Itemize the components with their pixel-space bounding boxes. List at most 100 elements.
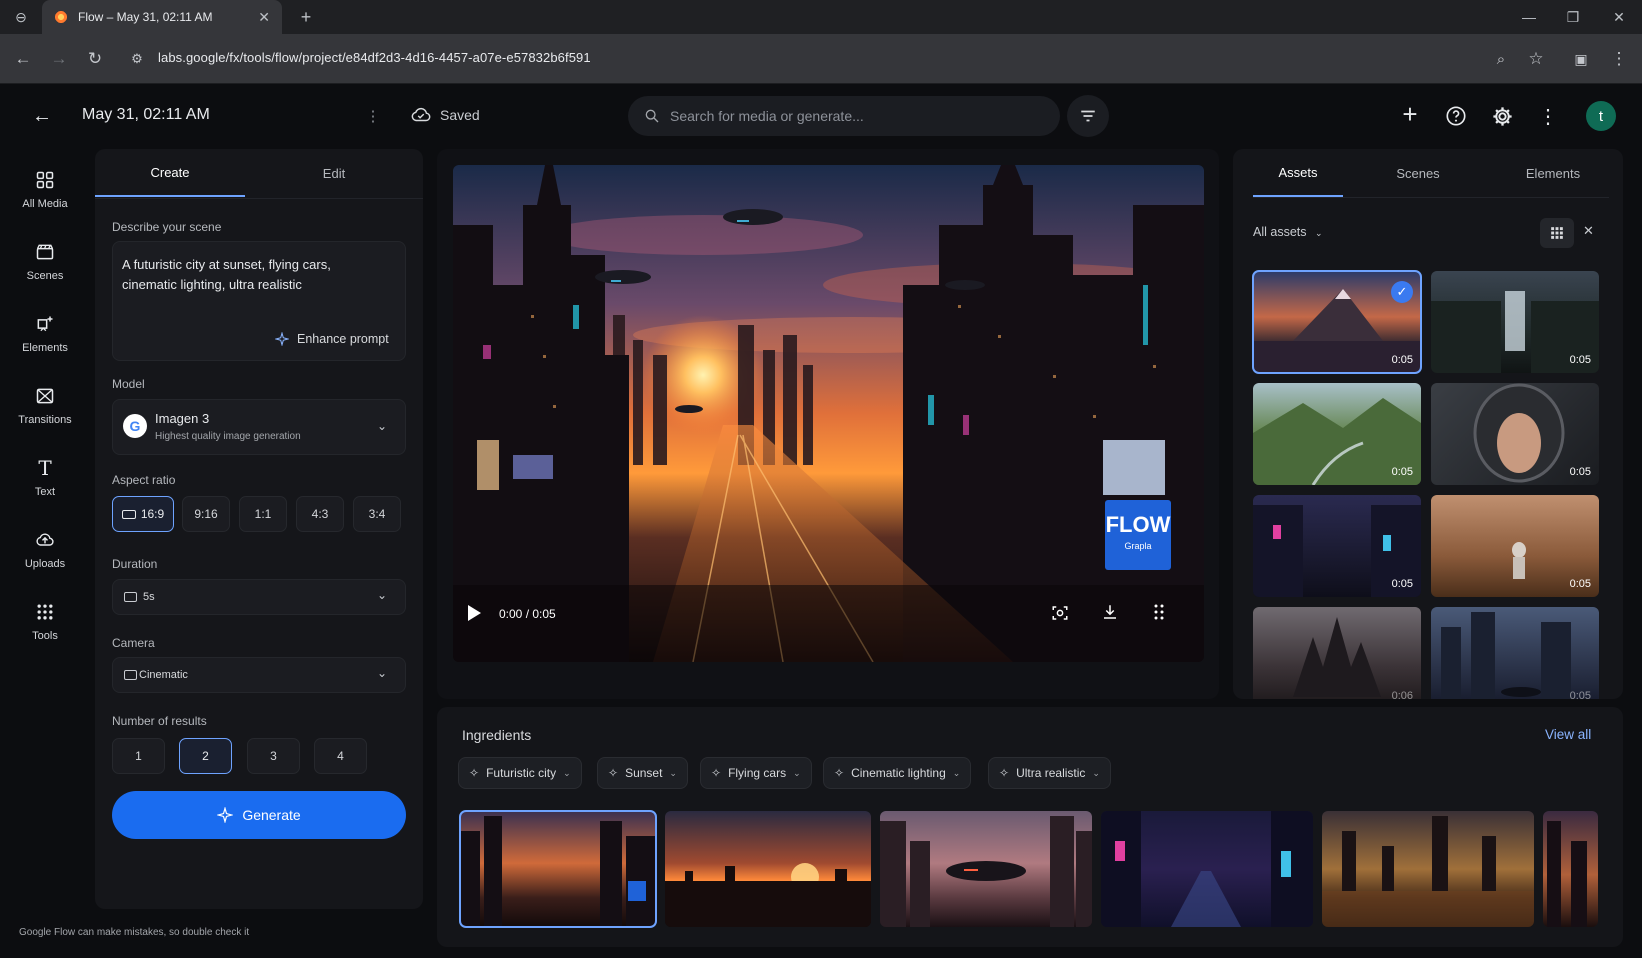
ingredient-thumbnail[interactable] (1101, 811, 1313, 927)
ingredient-chip-sunset[interactable]: ✧ Sunset ⌄ (597, 757, 688, 789)
google-logo-icon: G (123, 414, 147, 438)
back-icon[interactable]: ← (12, 48, 34, 70)
browser-tab[interactable]: Flow – May 31, 02:11 AM ✕ (42, 0, 282, 34)
zoom-icon[interactable]: ⌕ (1490, 48, 1512, 70)
rail-scenes[interactable]: Scenes (0, 240, 90, 282)
site-settings-icon[interactable]: ⚙ (126, 48, 148, 70)
tab-assets[interactable]: Assets (1253, 149, 1343, 197)
asset-thumbnail[interactable]: 0:05 (1431, 607, 1599, 699)
side-panel-icon[interactable]: ▣ (1570, 48, 1592, 70)
asset-thumbnail[interactable]: 0:05 (1431, 495, 1599, 597)
close-icon[interactable]: ✕ (1583, 223, 1594, 239)
prompt-textarea[interactable]: A futuristic city at sunset, flying cars… (112, 241, 406, 361)
asset-thumbnail[interactable]: 0:05 (1431, 271, 1599, 373)
browser-menu-icon[interactable]: ⋮ (1608, 48, 1630, 70)
tab-search-icon[interactable]: ⊖ (10, 0, 32, 34)
chevron-down-icon: ⌄ (793, 767, 801, 778)
tab-edit[interactable]: Edit (259, 149, 409, 197)
project-menu-icon[interactable]: ⋮ (361, 104, 385, 128)
avatar[interactable]: t (1586, 101, 1616, 131)
disclaimer-text: Google Flow can make mistakes, so double… (19, 927, 250, 938)
enhance-prompt-button[interactable]: Enhance prompt (275, 332, 389, 346)
forward-icon[interactable]: → (48, 48, 70, 70)
rail-transitions[interactable]: Transitions (0, 384, 90, 426)
results-option-4[interactable]: 4 (314, 738, 367, 774)
tab-scenes[interactable]: Scenes (1373, 149, 1463, 197)
rail-uploads[interactable]: Uploads (0, 528, 90, 570)
billboard-subtext: Grapla (1124, 541, 1151, 551)
search-input[interactable] (670, 108, 1030, 124)
chevron-down-icon: ⌄ (1314, 228, 1323, 238)
play-icon[interactable] (465, 603, 483, 623)
ingredient-chip-ultra-realistic[interactable]: ✧ Ultra realistic ⌄ (988, 757, 1111, 789)
results-option-3[interactable]: 3 (247, 738, 300, 774)
reload-icon[interactable]: ↻ (84, 48, 106, 70)
search-bar[interactable] (628, 96, 1060, 136)
ingredient-chip-futuristic-city[interactable]: ✧ Futuristic city ⌄ (458, 757, 582, 789)
camera-frame-icon (124, 670, 137, 680)
asset-duration: 0:05 (1391, 466, 1413, 478)
video-frame[interactable]: FLOW Grapla 0:00 / 0:05 (453, 165, 1204, 662)
clapper-icon (33, 240, 57, 264)
tab-elements[interactable]: Elements (1503, 149, 1603, 197)
settings-gear-icon[interactable] (1490, 104, 1514, 128)
ingredient-thumbnail[interactable] (1322, 811, 1534, 927)
help-icon[interactable] (1444, 104, 1468, 128)
asset-thumbnail[interactable]: ✓ 0:05 (1252, 270, 1422, 374)
project-title[interactable]: May 31, 02:11 AM (82, 106, 210, 124)
model-label: Model (112, 377, 145, 391)
assets-filter-dropdown[interactable]: All assets ⌄ (1253, 225, 1323, 239)
download-icon[interactable] (1101, 603, 1121, 623)
ingredient-chip-cinematic-lighting[interactable]: ✧ Cinematic lighting ⌄ (823, 757, 972, 789)
filter-icon (1081, 110, 1095, 122)
aspect-1-1[interactable]: 1:1 (239, 496, 287, 532)
asset-thumbnail[interactable]: 0:06 (1253, 607, 1421, 699)
ingredient-chip-label: Ultra realistic (1016, 766, 1086, 780)
aspect-4-3[interactable]: 4:3 (296, 496, 344, 532)
rail-tools[interactable]: Tools (0, 600, 90, 642)
filter-button[interactable] (1067, 95, 1109, 137)
view-all-link[interactable]: View all (1545, 727, 1591, 742)
close-window-icon[interactable]: ✕ (1604, 0, 1634, 34)
tab-create[interactable]: Create (95, 149, 245, 197)
add-icon[interactable]: + (1398, 99, 1422, 129)
duration-select[interactable]: 5s ⌄ (112, 579, 406, 615)
ingredient-thumbnail[interactable] (1543, 811, 1598, 927)
close-tab-icon[interactable]: ✕ (258, 9, 270, 26)
camera-select[interactable]: Cinematic ⌄ (112, 657, 406, 693)
rail-all-media[interactable]: All Media (0, 168, 90, 210)
grid-view-button[interactable] (1540, 218, 1574, 248)
asset-thumbnail[interactable]: 0:05 (1253, 495, 1421, 597)
generate-button[interactable]: Generate (112, 791, 406, 839)
back-arrow-icon[interactable]: ← (30, 104, 54, 128)
bookmark-star-icon[interactable]: ☆ (1525, 48, 1547, 70)
rail-text[interactable]: T Text (0, 456, 90, 498)
model-name: Imagen 3 (155, 411, 210, 426)
drag-handle-icon[interactable] (1153, 603, 1171, 623)
screenshot-frame-icon[interactable] (1051, 604, 1071, 624)
ingredient-thumbnail[interactable] (459, 810, 657, 928)
results-option-2[interactable]: 2 (179, 738, 232, 774)
ingredient-thumbnail[interactable] (880, 811, 1092, 927)
more-options-icon[interactable]: ⋮ (1536, 104, 1560, 128)
asset-thumbnail[interactable]: 0:05 (1253, 383, 1421, 485)
sparkle-icon: ✧ (608, 766, 619, 780)
new-tab-icon[interactable]: + (294, 0, 318, 34)
aspect-3-4[interactable]: 3:4 (353, 496, 401, 532)
ingredient-thumbnail[interactable] (665, 811, 871, 927)
minimize-icon[interactable]: — (1514, 0, 1544, 34)
enhance-label: Enhance prompt (297, 332, 389, 346)
restore-icon[interactable]: ❐ (1558, 0, 1588, 34)
model-select[interactable]: G Imagen 3 Highest quality image generat… (112, 399, 406, 455)
aspect-9-16[interactable]: 9:16 (182, 496, 230, 532)
asset-thumbnail[interactable]: 0:05 (1431, 383, 1599, 485)
search-icon (645, 109, 659, 123)
aspect-16-9[interactable]: 16:9 (112, 496, 174, 532)
results-option-1[interactable]: 1 (112, 738, 165, 774)
url-field[interactable]: labs.google/fx/tools/flow/project/e84df2… (158, 50, 591, 65)
generate-label: Generate (242, 807, 301, 823)
asset-duration: 0:06 (1391, 690, 1413, 699)
rail-elements[interactable]: Elements (0, 312, 90, 354)
address-bar-row: ← → ↻ ⚙ labs.google/fx/tools/flow/projec… (0, 34, 1642, 84)
ingredient-chip-flying-cars[interactable]: ✧ Flying cars ⌄ (700, 757, 812, 789)
